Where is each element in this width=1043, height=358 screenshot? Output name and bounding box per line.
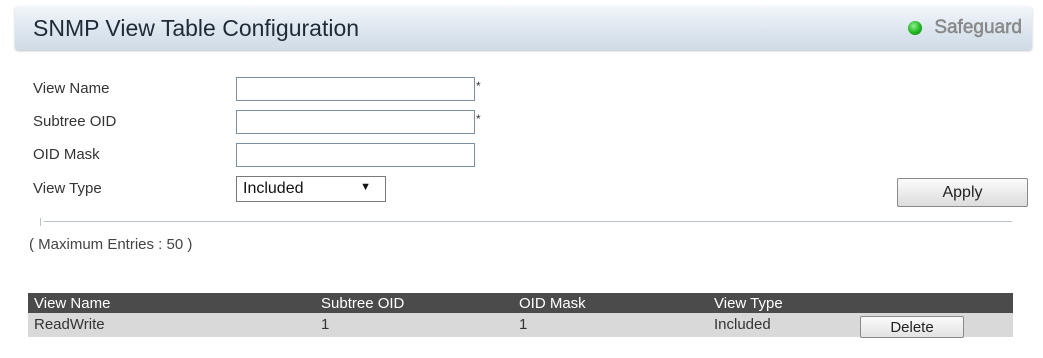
- view-type-label: View Type: [33, 180, 102, 197]
- required-marker: *: [476, 112, 481, 126]
- cell-oid-mask: 1: [519, 316, 528, 333]
- page-header: SNMP View Table Configuration Safeguard: [15, 6, 1032, 50]
- subtree-oid-input[interactable]: [236, 110, 475, 134]
- table-header-row: View Name Subtree OID OID Mask View Type: [28, 293, 1013, 313]
- delete-button[interactable]: Delete: [860, 316, 964, 338]
- safeguard-indicator: Safeguard: [908, 16, 1022, 40]
- view-type-selected-value: Included: [243, 180, 304, 197]
- view-type-select[interactable]: Included ▼: [236, 176, 386, 202]
- subtree-oid-label: Subtree OID: [33, 113, 117, 130]
- oid-mask-label: OID Mask: [33, 146, 100, 163]
- column-header-view-type: View Type: [714, 295, 783, 312]
- cell-view-name: ReadWrite: [34, 316, 105, 333]
- max-entries-text: ( Maximum Entries : 50 ): [29, 236, 193, 253]
- apply-button[interactable]: Apply: [897, 178, 1028, 207]
- snmp-view-table: View Name Subtree OID OID Mask View Type…: [28, 293, 1013, 338]
- oid-mask-input[interactable]: [236, 143, 475, 167]
- table-row: ReadWrite 1 1 Included Delete: [28, 313, 1013, 338]
- status-dot-icon: [908, 21, 923, 35]
- column-header-oid-mask: OID Mask: [519, 295, 586, 312]
- page-title: SNMP View Table Configuration: [33, 15, 360, 41]
- required-marker: *: [476, 79, 481, 93]
- view-name-input[interactable]: [236, 77, 475, 101]
- section-divider: [40, 218, 1012, 226]
- cell-subtree-oid: 1: [321, 316, 330, 333]
- view-name-label: View Name: [33, 80, 110, 97]
- dropdown-arrow-icon: ▼: [360, 181, 371, 193]
- cell-view-type: Included: [714, 316, 771, 333]
- safeguard-label: Safeguard: [934, 17, 1022, 38]
- column-header-subtree-oid: Subtree OID: [321, 295, 405, 312]
- column-header-view-name: View Name: [34, 295, 111, 312]
